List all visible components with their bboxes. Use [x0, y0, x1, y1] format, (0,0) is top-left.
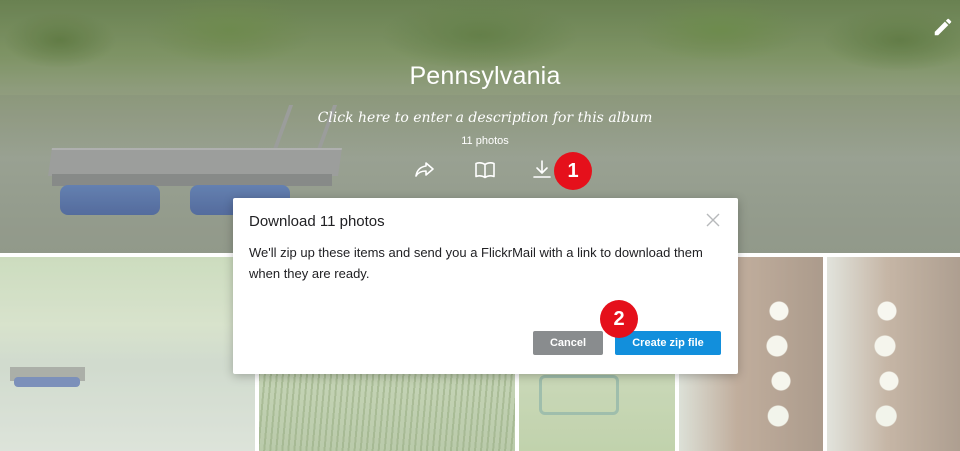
- reeds-shape: [259, 361, 515, 451]
- album-title[interactable]: Pennsylvania: [0, 62, 960, 91]
- barrel-thumbnail-shape: [14, 377, 80, 387]
- close-icon[interactable]: [706, 213, 720, 227]
- create-zip-file-button[interactable]: Create zip file: [615, 331, 721, 355]
- dialog-title: Download 11 photos: [249, 213, 385, 230]
- share-icon[interactable]: [412, 158, 436, 182]
- edit-cover-icon[interactable]: [932, 16, 954, 38]
- blooms-shape: [759, 297, 799, 437]
- blooms-shape: [867, 297, 907, 437]
- photo-tile-pond-dock[interactable]: [0, 257, 255, 451]
- download-icon[interactable]: [530, 158, 554, 182]
- photo-count: 11 photos: [461, 135, 509, 147]
- photo-tile-hollyhocks-barn-2[interactable]: [827, 257, 960, 451]
- cancel-button[interactable]: Cancel: [533, 331, 603, 355]
- step-1-badge: 1: [554, 152, 592, 190]
- step-2-badge: 2: [600, 300, 638, 338]
- download-dialog: Download 11 photos We'll zip up these it…: [233, 198, 738, 374]
- dialog-message: We'll zip up these items and send you a …: [249, 245, 703, 281]
- chair-shape: [539, 375, 619, 415]
- album-description-input[interactable]: Click here to enter a description for th…: [0, 110, 960, 126]
- book-icon[interactable]: [473, 158, 497, 182]
